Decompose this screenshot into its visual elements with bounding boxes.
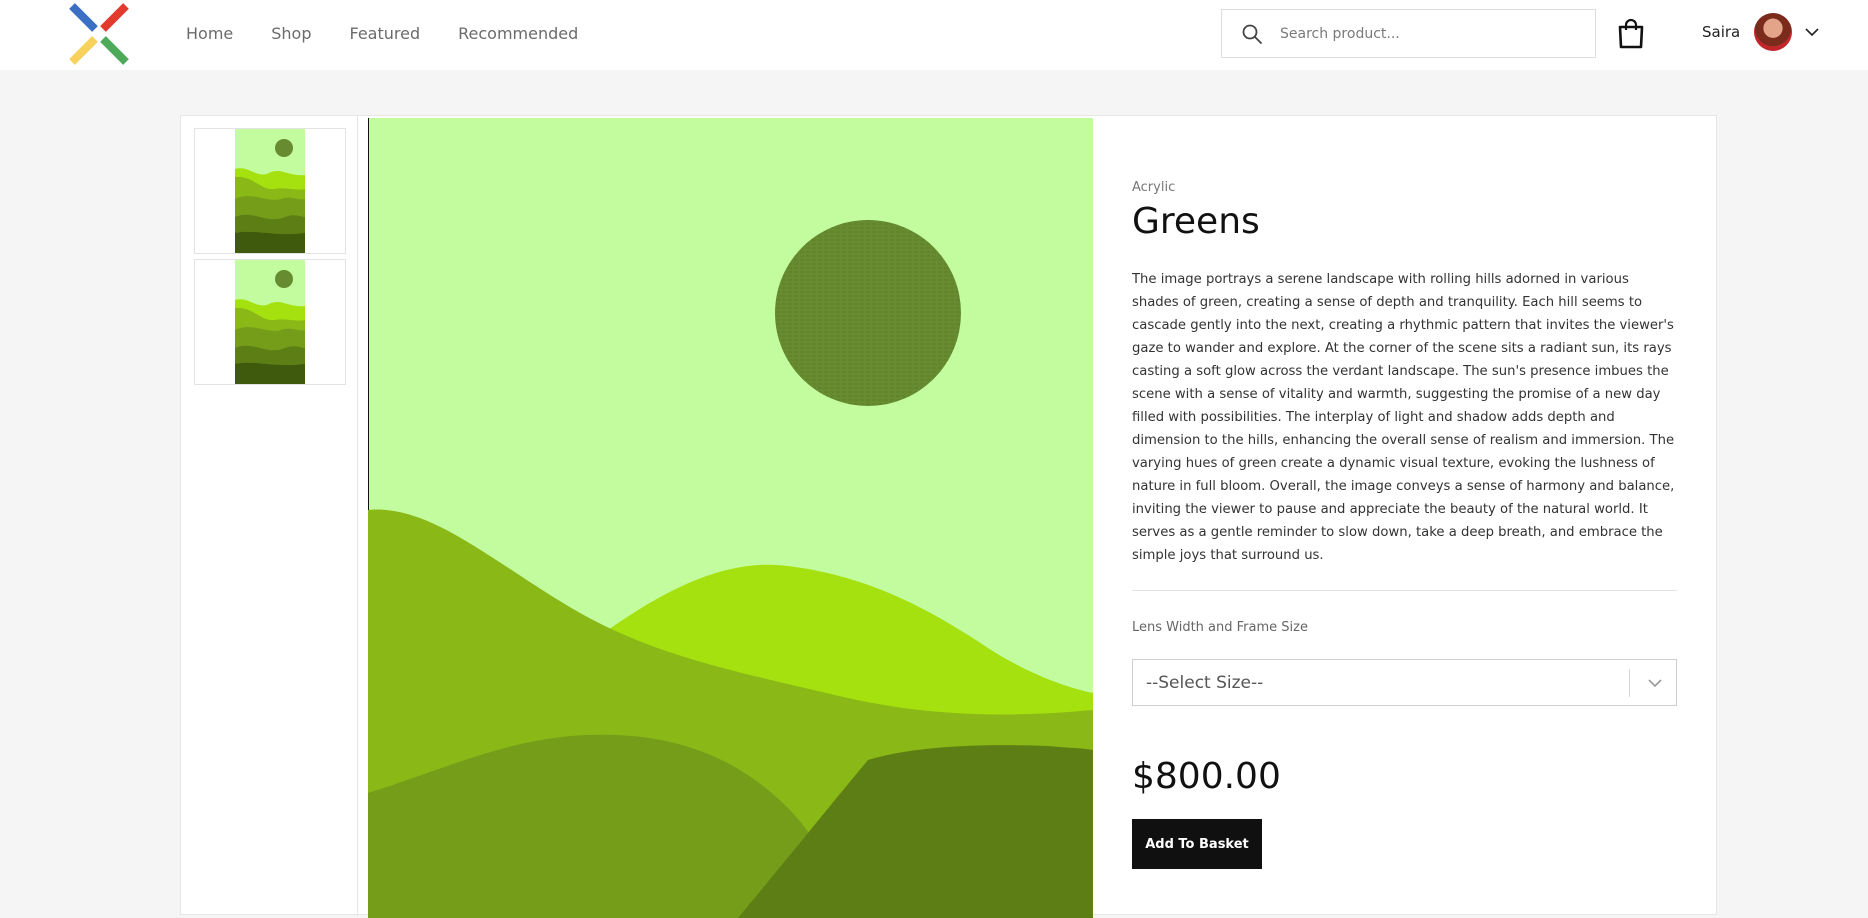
chevron-down-icon[interactable]	[1647, 677, 1663, 689]
thumbnail-image	[235, 260, 305, 384]
main-nav: Home Shop Featured Recommended	[186, 24, 578, 43]
nav-home-link[interactable]: Home	[186, 24, 233, 43]
product-thumbnail[interactable]	[194, 259, 346, 385]
select-separator	[1629, 669, 1630, 697]
search-icon[interactable]	[1240, 22, 1264, 46]
product-details: Acrylic Greens The image portrays a sere…	[1132, 180, 1677, 869]
nav-shop-link[interactable]: Shop	[271, 24, 311, 43]
section-divider	[1132, 590, 1677, 591]
chevron-down-icon[interactable]	[1804, 26, 1820, 38]
thumbnail-image	[235, 129, 305, 253]
product-title: Greens	[1132, 201, 1260, 242]
size-select[interactable]: --Select Size--	[1132, 659, 1677, 706]
product-description: The image portrays a serene landscape wi…	[1132, 272, 1675, 563]
thumbnail-list	[194, 128, 346, 390]
product-thumbnail[interactable]	[194, 128, 346, 254]
product-price: $800.00	[1132, 756, 1281, 797]
nav-recommended-link[interactable]: Recommended	[458, 24, 578, 43]
brand-logo[interactable]	[66, 2, 132, 66]
user-menu[interactable]: Saira	[1702, 13, 1820, 51]
size-label: Lens Width and Frame Size	[1132, 620, 1308, 635]
search-input[interactable]	[1280, 25, 1580, 42]
top-navigation-bar: Home Shop Featured Recommended Saira	[0, 0, 1868, 70]
avatar[interactable]	[1754, 13, 1793, 51]
size-select-value: --Select Size--	[1146, 672, 1264, 693]
product-card: Acrylic Greens The image portrays a sere…	[180, 115, 1717, 918]
user-name: Saira	[1702, 23, 1741, 41]
product-category: Acrylic	[1132, 180, 1176, 195]
nav-featured-link[interactable]: Featured	[350, 24, 421, 43]
product-main-image	[368, 118, 1093, 918]
shopping-bag-icon[interactable]	[1615, 19, 1647, 49]
add-to-basket-button[interactable]: Add To Basket	[1132, 819, 1262, 869]
gallery-divider	[357, 116, 358, 916]
search-box[interactable]	[1221, 9, 1596, 58]
